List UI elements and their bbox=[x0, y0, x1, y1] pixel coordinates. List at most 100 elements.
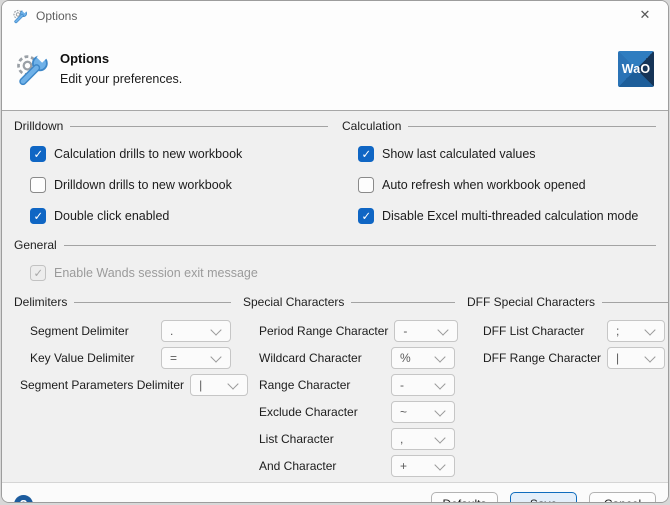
checkbox-label[interactable]: Drilldown drills to new workbook bbox=[54, 178, 232, 192]
field-row: Exclude Character ~ bbox=[243, 401, 455, 423]
show-last-calculated-checkbox[interactable] bbox=[358, 146, 374, 162]
combo-value: % bbox=[392, 351, 436, 365]
checkbox-row: Double click enabled bbox=[14, 206, 328, 225]
segment-delimiter-select[interactable]: . bbox=[161, 320, 231, 342]
help-button[interactable]: ? bbox=[14, 495, 33, 504]
group-header-special-characters: Special Characters bbox=[243, 294, 455, 310]
page-subtitle: Edit your preferences. bbox=[60, 72, 618, 86]
header-text: Options Edit your preferences. bbox=[60, 51, 618, 86]
field-label: Key Value Delimiter bbox=[30, 351, 134, 365]
dialog-footer: ? Defaults Save Cancel bbox=[2, 482, 668, 503]
field-label: Exclude Character bbox=[259, 405, 358, 419]
dialog-header: Options Edit your preferences. WaO bbox=[2, 31, 668, 111]
group-title: Delimiters bbox=[14, 295, 67, 309]
field-label: Segment Parameters Delimiter bbox=[20, 378, 184, 392]
group-rule bbox=[70, 126, 328, 127]
group-title: Calculation bbox=[342, 119, 401, 133]
page-title: Options bbox=[60, 51, 618, 66]
defaults-button[interactable]: Defaults bbox=[431, 492, 498, 503]
combo-value: + bbox=[392, 459, 436, 473]
field-label: List Character bbox=[259, 432, 334, 446]
group-header-drilldown: Drilldown bbox=[14, 118, 328, 134]
character-columns: Delimiters Segment Delimiter . Key Value… bbox=[14, 294, 656, 482]
group-dff-special-characters: DFF Special Characters DFF List Characte… bbox=[467, 294, 669, 482]
chevron-down-icon bbox=[210, 351, 221, 362]
group-general: General Enable Wands session exit messag… bbox=[14, 237, 656, 282]
group-title: Drilldown bbox=[14, 119, 63, 133]
checkbox-label[interactable]: Calculation drills to new workbook bbox=[54, 147, 242, 161]
field-row: Range Character - bbox=[243, 374, 455, 396]
dff-list-character-select[interactable]: ; bbox=[607, 320, 665, 342]
close-button[interactable]: ✕ bbox=[630, 4, 660, 28]
checkbox-label[interactable]: Double click enabled bbox=[54, 209, 169, 223]
checkbox-row: Disable Excel multi-threaded calculation… bbox=[342, 206, 656, 225]
exclude-character-select[interactable]: ~ bbox=[391, 401, 455, 423]
window-title: Options bbox=[36, 9, 630, 23]
calculation-drills-checkbox[interactable] bbox=[30, 146, 46, 162]
options-dialog: Options ✕ Options Edit your preferences.… bbox=[1, 0, 669, 503]
field-row: List Character , bbox=[243, 428, 455, 450]
combo-value: - bbox=[392, 378, 436, 392]
group-header-delimiters: Delimiters bbox=[14, 294, 231, 310]
group-header-calculation: Calculation bbox=[342, 118, 656, 134]
drilldown-drills-checkbox[interactable] bbox=[30, 177, 46, 193]
field-row: DFF List Character ; bbox=[467, 320, 669, 342]
checkbox-label[interactable]: Show last calculated values bbox=[382, 147, 536, 161]
dff-range-character-select[interactable]: | bbox=[607, 347, 665, 369]
checkbox-row: Calculation drills to new workbook bbox=[14, 144, 328, 163]
group-delimiters: Delimiters Segment Delimiter . Key Value… bbox=[14, 294, 243, 482]
checkbox-label: Enable Wands session exit message bbox=[54, 266, 258, 280]
checkbox-row: Enable Wands session exit message bbox=[14, 263, 656, 282]
group-rule bbox=[64, 245, 656, 246]
combo-value: . bbox=[162, 324, 212, 338]
gear-wrench-icon bbox=[14, 51, 50, 87]
chevron-down-icon bbox=[644, 351, 655, 362]
list-character-select[interactable]: , bbox=[391, 428, 455, 450]
checkbox-label[interactable]: Disable Excel multi-threaded calculation… bbox=[382, 209, 638, 223]
checkbox-row: Drilldown drills to new workbook bbox=[14, 175, 328, 194]
checkbox-label[interactable]: Auto refresh when workbook opened bbox=[382, 178, 586, 192]
auto-refresh-checkbox[interactable] bbox=[358, 177, 374, 193]
group-rule bbox=[74, 302, 231, 303]
combo-value: | bbox=[191, 378, 229, 392]
field-row: Segment Delimiter . bbox=[14, 320, 231, 342]
and-character-select[interactable]: + bbox=[391, 455, 455, 477]
group-title: General bbox=[14, 238, 57, 252]
combo-value: - bbox=[395, 324, 439, 338]
chevron-down-icon bbox=[227, 378, 238, 389]
segment-parameters-delimiter-select[interactable]: | bbox=[190, 374, 248, 396]
field-label: Wildcard Character bbox=[259, 351, 362, 365]
key-value-delimiter-select[interactable]: = bbox=[161, 347, 231, 369]
field-label: Range Character bbox=[259, 378, 350, 392]
group-header-dff-special-characters: DFF Special Characters bbox=[467, 294, 669, 310]
group-drilldown: Drilldown Calculation drills to new work… bbox=[14, 118, 328, 237]
field-row: Key Value Delimiter = bbox=[14, 347, 231, 369]
chevron-down-icon bbox=[434, 378, 445, 389]
enable-wands-exit-checkbox bbox=[30, 265, 46, 281]
field-label: DFF Range Character bbox=[483, 351, 601, 365]
wao-logo-text: WaO bbox=[622, 62, 651, 76]
field-label: Period Range Character bbox=[259, 324, 388, 338]
checkbox-columns: Drilldown Calculation drills to new work… bbox=[14, 118, 656, 237]
field-label: DFF List Character bbox=[483, 324, 584, 338]
save-button[interactable]: Save bbox=[510, 492, 577, 503]
chevron-down-icon bbox=[644, 324, 655, 335]
chevron-down-icon bbox=[434, 459, 445, 470]
disable-multithreaded-checkbox[interactable] bbox=[358, 208, 374, 224]
cancel-button[interactable]: Cancel bbox=[589, 492, 656, 503]
chevron-down-icon bbox=[434, 351, 445, 362]
title-bar[interactable]: Options ✕ bbox=[2, 1, 668, 31]
group-title: DFF Special Characters bbox=[467, 295, 595, 309]
chevron-down-icon bbox=[434, 405, 445, 416]
combo-value: ~ bbox=[392, 405, 436, 419]
group-header-general: General bbox=[14, 237, 656, 253]
wildcard-character-select[interactable]: % bbox=[391, 347, 455, 369]
double-click-checkbox[interactable] bbox=[30, 208, 46, 224]
group-rule bbox=[351, 302, 455, 303]
period-range-character-select[interactable]: - bbox=[394, 320, 458, 342]
field-row: Period Range Character - bbox=[243, 320, 455, 342]
combo-value: , bbox=[392, 432, 436, 446]
wao-logo: WaO bbox=[618, 51, 654, 87]
field-row: DFF Range Character | bbox=[467, 347, 669, 369]
range-character-select[interactable]: - bbox=[391, 374, 455, 396]
